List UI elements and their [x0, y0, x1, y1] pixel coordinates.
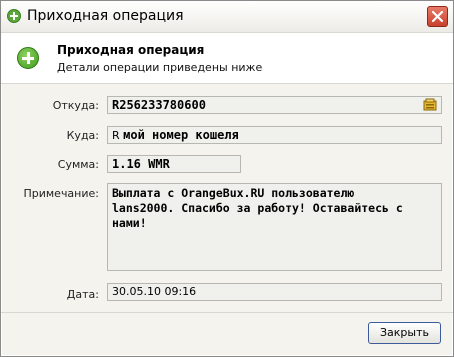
dialog-header: Приходная операция Детали операции приве…	[1, 33, 453, 84]
note-label: Примечание:	[23, 187, 99, 200]
amount-label: Сумма:	[57, 158, 99, 171]
dialog-window: Приходная операция Приходная операция Де…	[0, 0, 454, 357]
footer-divider	[1, 312, 453, 313]
to-value: мой номер кошеля	[123, 128, 239, 142]
to-label: Куда:	[66, 129, 99, 142]
amount-value: 1.16 WMR	[112, 157, 170, 171]
from-label: Откуда:	[52, 99, 99, 112]
title-bar[interactable]: Приходная операция	[1, 1, 453, 33]
note-textarea[interactable]: Выплата с OrangeBux.RU пользователю lans…	[107, 183, 442, 271]
date-value: 30.05.10 09:16	[112, 285, 197, 298]
header-title: Приходная операция	[57, 43, 205, 57]
to-prefix: R	[112, 129, 120, 142]
date-label: Дата:	[66, 288, 99, 301]
header-subtitle: Детали операции приведены ниже	[57, 61, 263, 74]
window-close-button[interactable]	[427, 6, 448, 27]
wallet-icon[interactable]	[423, 98, 437, 112]
incoming-plus-icon	[17, 47, 39, 69]
plus-circle-icon	[7, 9, 21, 23]
close-icon	[431, 10, 444, 23]
date-field[interactable]: 30.05.10 09:16	[107, 283, 442, 301]
window-title: Приходная операция	[27, 8, 184, 24]
from-field[interactable]: R256233780600	[107, 96, 442, 114]
to-field[interactable]: R мой номер кошеля	[107, 126, 442, 144]
close-button[interactable]: Закрыть	[368, 322, 441, 344]
amount-field[interactable]: 1.16 WMR	[107, 155, 241, 173]
from-value: R256233780600	[112, 98, 206, 112]
